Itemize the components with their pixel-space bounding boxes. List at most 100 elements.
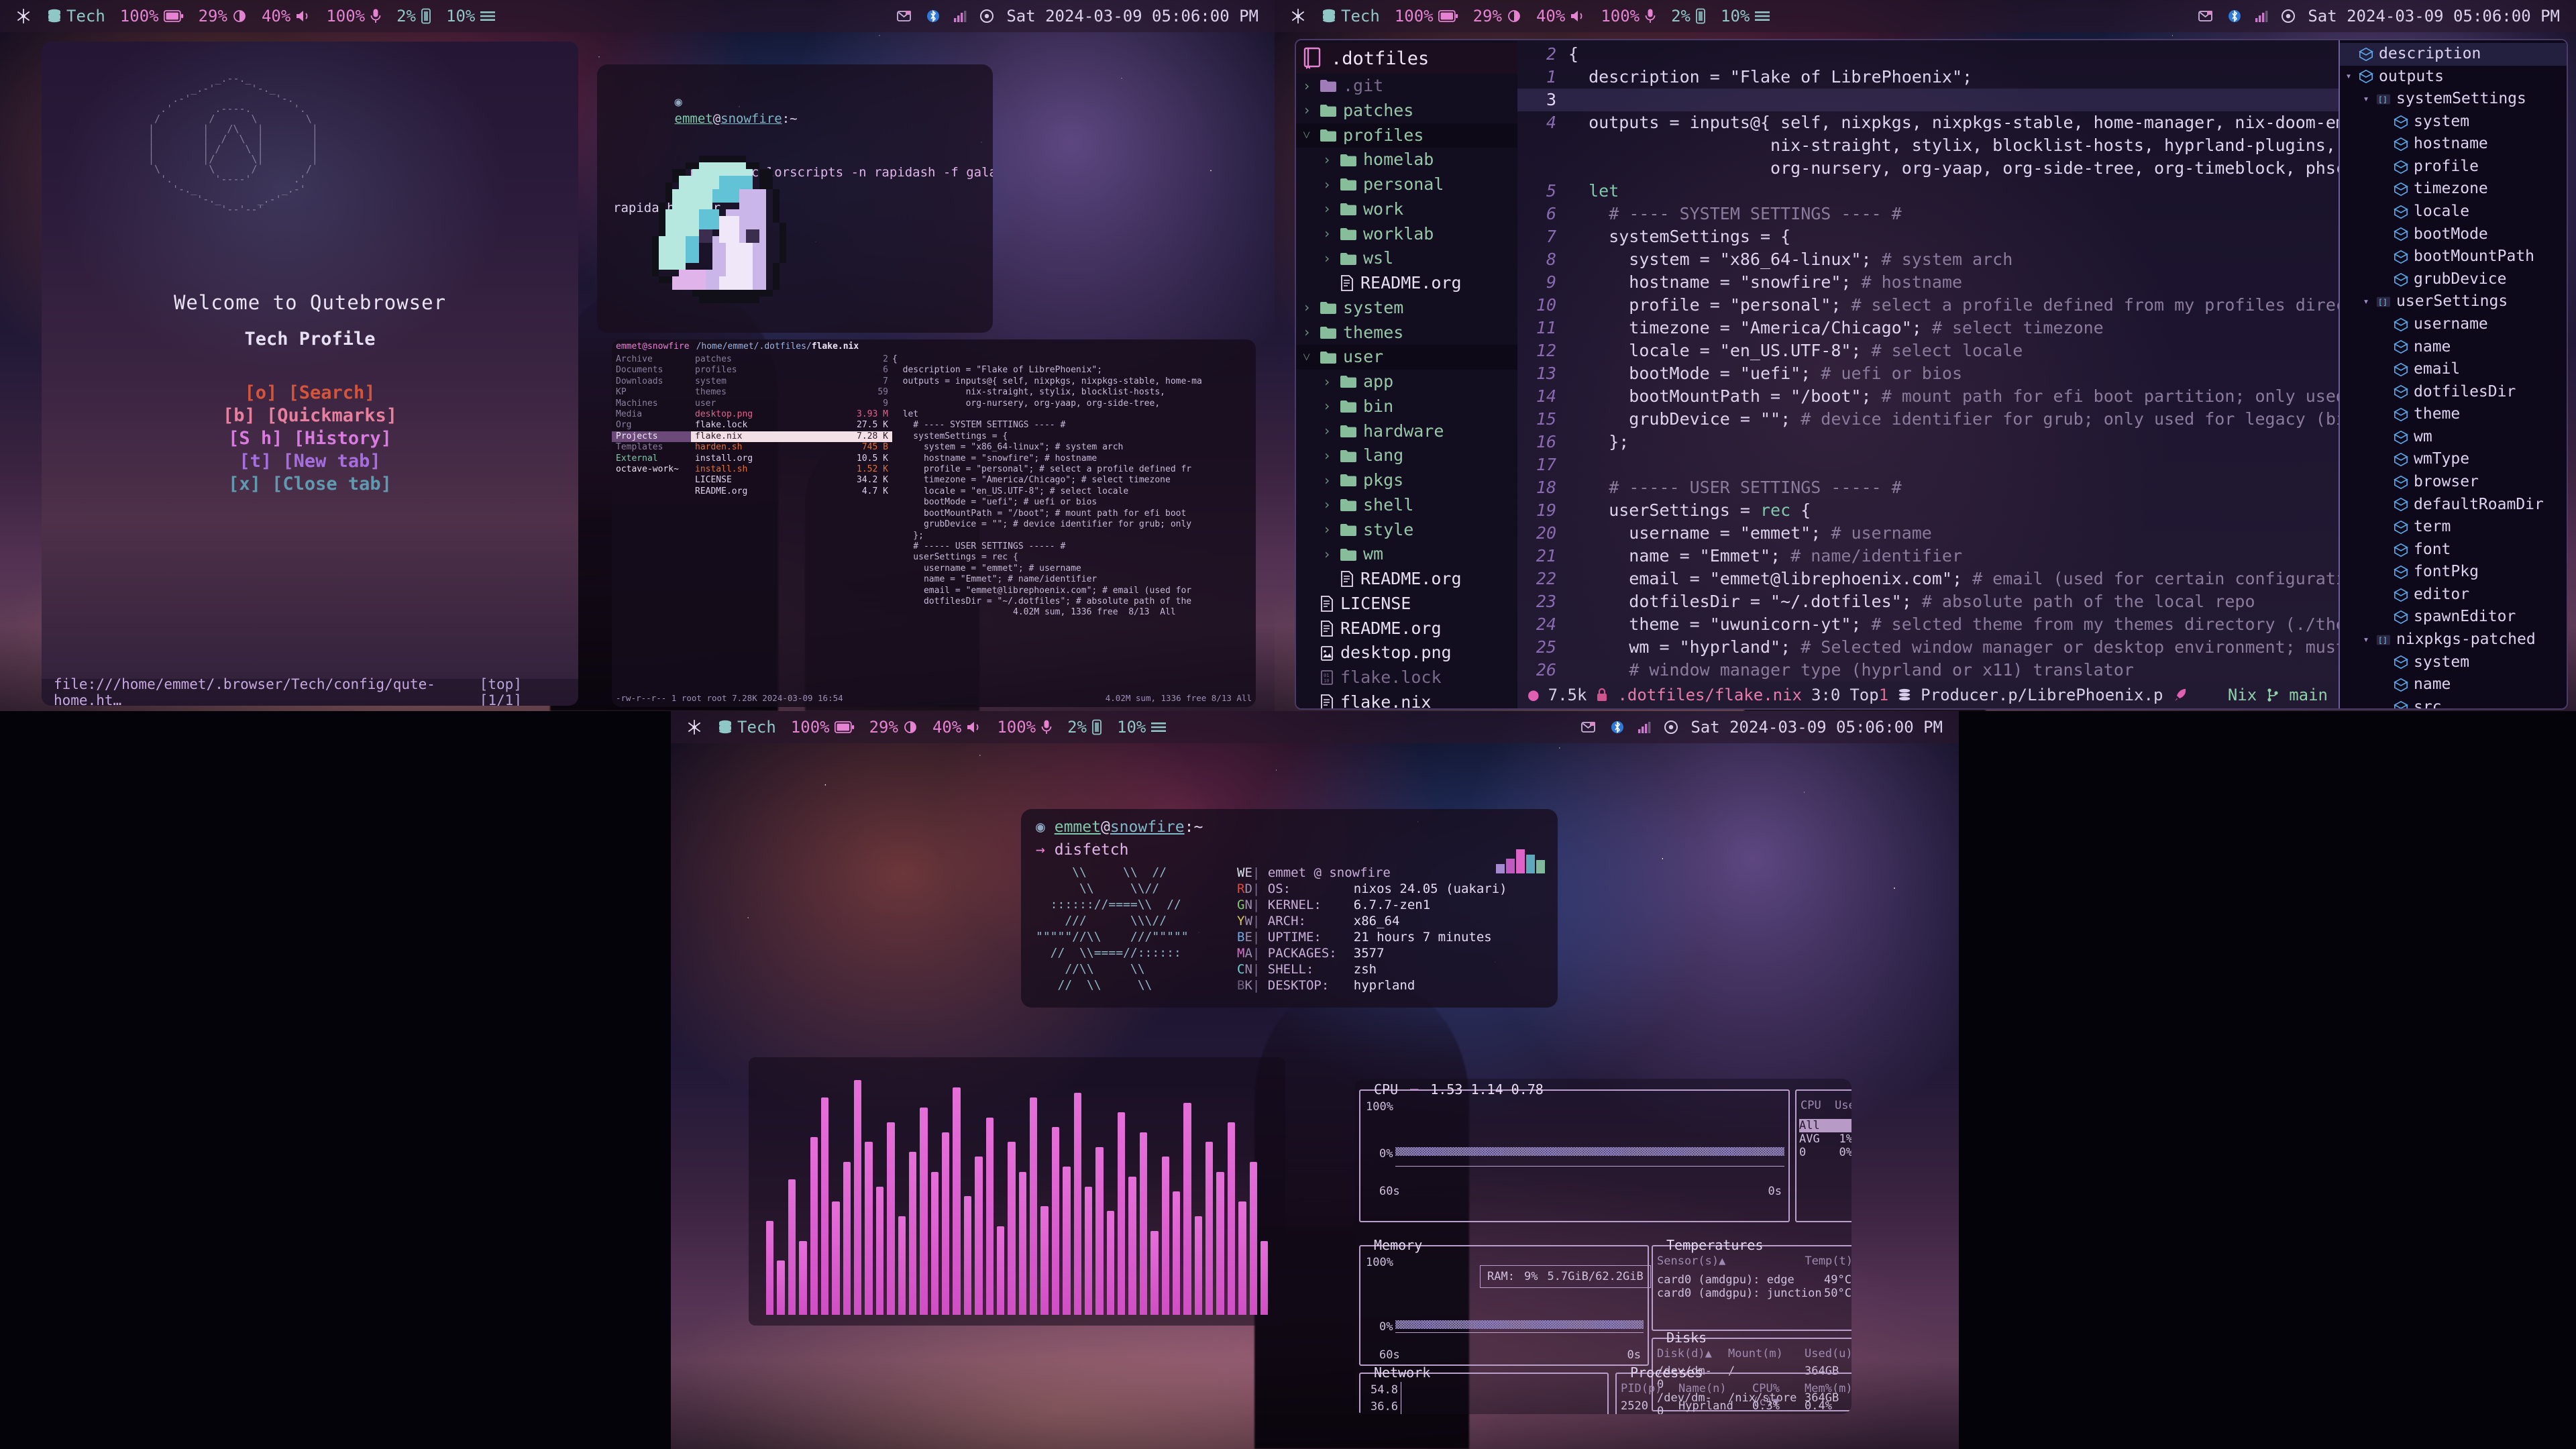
ranger-file-row[interactable]: README.org 4.7 K — [691, 486, 892, 497]
outline-symbol-item[interactable]: browser — [2340, 471, 2567, 494]
tree-chevron-icon[interactable]: › — [1303, 323, 1313, 342]
outline-symbol-item[interactable]: wm — [2340, 426, 2567, 449]
volume-indicator-bottom[interactable]: 40% — [932, 718, 982, 737]
audio-visualizer-window[interactable] — [749, 1057, 1285, 1326]
tree-folder-item[interactable]: › lang — [1296, 443, 1517, 468]
outline-symbol-item[interactable]: ▾ outputs — [2340, 66, 2567, 89]
mail-icon-bottom[interactable] — [1580, 719, 1598, 735]
tree-chevron-icon[interactable]: › — [1323, 396, 1334, 416]
ranger-parent-item[interactable]: octave-work~ — [612, 464, 691, 475]
battery-indicator-right[interactable]: 100% — [1395, 7, 1458, 25]
memory-indicator-right[interactable]: 10% — [1721, 7, 1770, 25]
outline-symbol-item[interactable]: fontPkg — [2340, 561, 2567, 584]
outline-symbol-item[interactable]: font — [2340, 539, 2567, 561]
tree-chevron-icon[interactable]: › — [1323, 175, 1334, 195]
tree-folder-item[interactable]: › homelab — [1296, 148, 1517, 172]
tree-folder-item[interactable]: › wsl — [1296, 246, 1517, 271]
mail-icon-right[interactable] — [2198, 8, 2215, 24]
cpu-indicator-bottom[interactable]: 2% — [1067, 718, 1102, 737]
volume-indicator[interactable]: 40% — [262, 7, 311, 25]
outline-symbol-item[interactable]: name — [2340, 336, 2567, 359]
battery-indicator[interactable]: 100% — [120, 7, 184, 25]
tree-chevron-icon[interactable]: › — [1323, 421, 1334, 441]
tree-chevron-icon[interactable]: › — [1323, 249, 1334, 268]
outline-symbol-item[interactable]: dotfilesDir — [2340, 381, 2567, 404]
outline-symbol-item[interactable]: ▾ [] nixpkgs-patched — [2340, 629, 2567, 651]
btop-processes-box[interactable]: Processes PID(p) Name(n) CPU%(c)▼ Mem%(m… — [1615, 1364, 1851, 1414]
microphone-indicator[interactable]: 100% — [326, 7, 382, 25]
ranger-parent-item[interactable]: Templates — [612, 442, 691, 453]
qutebrowser-link-history[interactable]: [S h] [History] — [42, 428, 578, 449]
battery-indicator-bottom[interactable]: 100% — [791, 718, 855, 737]
neovim-file-tree[interactable]: .dotfiles › .git › patches ˅ profiles › homelab… — [1296, 40, 1517, 708]
btop-network-box[interactable]: Network 54.836.618.30Mb ▓▓▓▓▓▓▓▓▓▓▓▓▓▓▓▓… — [1359, 1364, 1609, 1414]
memory-indicator-bottom[interactable]: 10% — [1117, 718, 1167, 737]
tree-chevron-icon[interactable]: › — [1323, 495, 1334, 515]
ranger-parent-item[interactable]: Machines — [612, 398, 691, 409]
tree-folder-item[interactable]: › themes — [1296, 321, 1517, 345]
snowflake-icon-bottom[interactable] — [686, 718, 703, 736]
tree-chevron-icon[interactable]: › — [1323, 199, 1334, 219]
ranger-file-row[interactable]: harden.sh 745 B — [691, 442, 892, 453]
tree-chevron-icon[interactable]: › — [1323, 471, 1334, 490]
tree-folder-item[interactable]: › shell — [1296, 493, 1517, 518]
ranger-file-row[interactable]: desktop.png 3.93 M — [691, 409, 892, 420]
tree-chevron-icon[interactable]: › — [1303, 76, 1313, 96]
bluetooth-icon[interactable] — [926, 8, 941, 24]
btop-cpu-use-panel[interactable]: CPU Use AllAVG 1% 0 0% — [1795, 1089, 1851, 1222]
ranger-parent-item[interactable]: Downloads — [612, 376, 691, 387]
tree-chevron-icon[interactable]: › — [1323, 520, 1334, 539]
tree-chevron-icon[interactable]: › — [1323, 446, 1334, 466]
disc-icon-bottom[interactable] — [1664, 720, 1678, 735]
outline-chevron-icon[interactable]: ▾ — [2344, 69, 2353, 84]
btop-memory-box[interactable]: Memory 100% 0% ▓▓▓▓▓▓▓▓▓▓▓▓▓▓▓▓▓▓▓▓▓▓▓▓▓… — [1359, 1237, 1651, 1366]
tree-file-item[interactable]: 01 10 flake.lock — [1296, 665, 1517, 690]
qutebrowser-link-search[interactable]: [o] [Search] — [42, 382, 578, 403]
ranger-parent-item[interactable]: Archive — [612, 354, 691, 365]
ranger-current-column[interactable]: patches 2 profiles 6 system 7 themes 59 user 9 des… — [691, 354, 892, 663]
tree-file-item[interactable]: LICENSE — [1296, 592, 1517, 616]
tree-file-item[interactable]: README.org — [1296, 271, 1517, 296]
tree-folder-item[interactable]: › worklab — [1296, 222, 1517, 247]
qutebrowser-link-newtab[interactable]: [t] [New tab] — [42, 451, 578, 472]
btop-temperatures-box[interactable]: Temperatures Sensor(s)▲ Temp(t) card0 (a… — [1652, 1237, 1851, 1331]
tree-file-item[interactable]: desktop.png — [1296, 641, 1517, 665]
tree-chevron-icon[interactable]: ˅ — [1303, 347, 1313, 367]
tree-file-item[interactable]: README.org — [1296, 616, 1517, 641]
tree-folder-item[interactable]: › work — [1296, 197, 1517, 222]
outline-symbol-item[interactable]: ▾ [] userSettings — [2340, 290, 2567, 313]
qutebrowser-link-closetab[interactable]: [x] [Close tab] — [42, 474, 578, 494]
ranger-parent-column[interactable]: Archive Documents Downloads KP Machines Media… — [612, 354, 691, 663]
disc-icon-right[interactable] — [2281, 9, 2296, 23]
outline-symbol-item[interactable]: wmType — [2340, 448, 2567, 471]
outline-symbol-item[interactable]: timezone — [2340, 178, 2567, 201]
ranger-parent-item[interactable]: Org — [612, 420, 691, 431]
neovim-symbol-outline[interactable]: description ▾ outputs ▾ [] systemSettings syst… — [2339, 40, 2567, 708]
outline-symbol-item[interactable]: username — [2340, 313, 2567, 336]
outline-symbol-item[interactable]: hostname — [2340, 133, 2567, 156]
microphone-indicator-right[interactable]: 100% — [1601, 7, 1656, 25]
workspace-profile-bottom[interactable]: Tech — [718, 718, 776, 737]
disc-icon[interactable] — [979, 9, 994, 23]
qutebrowser-window[interactable]: _.--._ _.-' '-._ .-' '-. .' .----. '. / … — [42, 42, 578, 706]
ranger-file-row[interactable]: themes 59 — [691, 387, 892, 398]
ranger-file-manager-window[interactable]: emmet@snowfire /home/emmet/.dotfiles/fla… — [612, 339, 1256, 707]
tree-folder-item[interactable]: › hardware — [1296, 419, 1517, 444]
tree-folder-item[interactable]: › system — [1296, 296, 1517, 321]
tree-folder-item[interactable]: › style — [1296, 518, 1517, 543]
outline-symbol-item[interactable]: locale — [2340, 201, 2567, 223]
tree-folder-item[interactable]: › app — [1296, 370, 1517, 394]
outline-symbol-item[interactable]: src — [2340, 696, 2567, 708]
outline-chevron-icon[interactable]: ▾ — [2361, 294, 2371, 309]
outline-chevron-icon[interactable]: ▾ — [2361, 92, 2371, 107]
outline-chevron-icon[interactable]: ▾ — [2361, 633, 2371, 647]
btop-cpu-box[interactable]: CPU ─ 1.53 1.14 0.78 100% 0% ▓▓▓▓▓▓▓▓▓▓▓… — [1359, 1081, 1790, 1222]
tree-folder-item[interactable]: › pkgs — [1296, 468, 1517, 493]
outline-symbol-item[interactable]: name — [2340, 674, 2567, 696]
outline-symbol-item[interactable]: spawnEditor — [2340, 606, 2567, 629]
neovim-window[interactable]: .dotfiles › .git › patches ˅ profiles › homelab… — [1295, 39, 2568, 710]
ranger-parent-item[interactable]: Documents — [612, 365, 691, 376]
cpu-indicator-right[interactable]: 2% — [1671, 7, 1706, 25]
outline-symbol-item[interactable]: system — [2340, 651, 2567, 674]
bluetooth-icon-bottom[interactable] — [1610, 719, 1625, 735]
